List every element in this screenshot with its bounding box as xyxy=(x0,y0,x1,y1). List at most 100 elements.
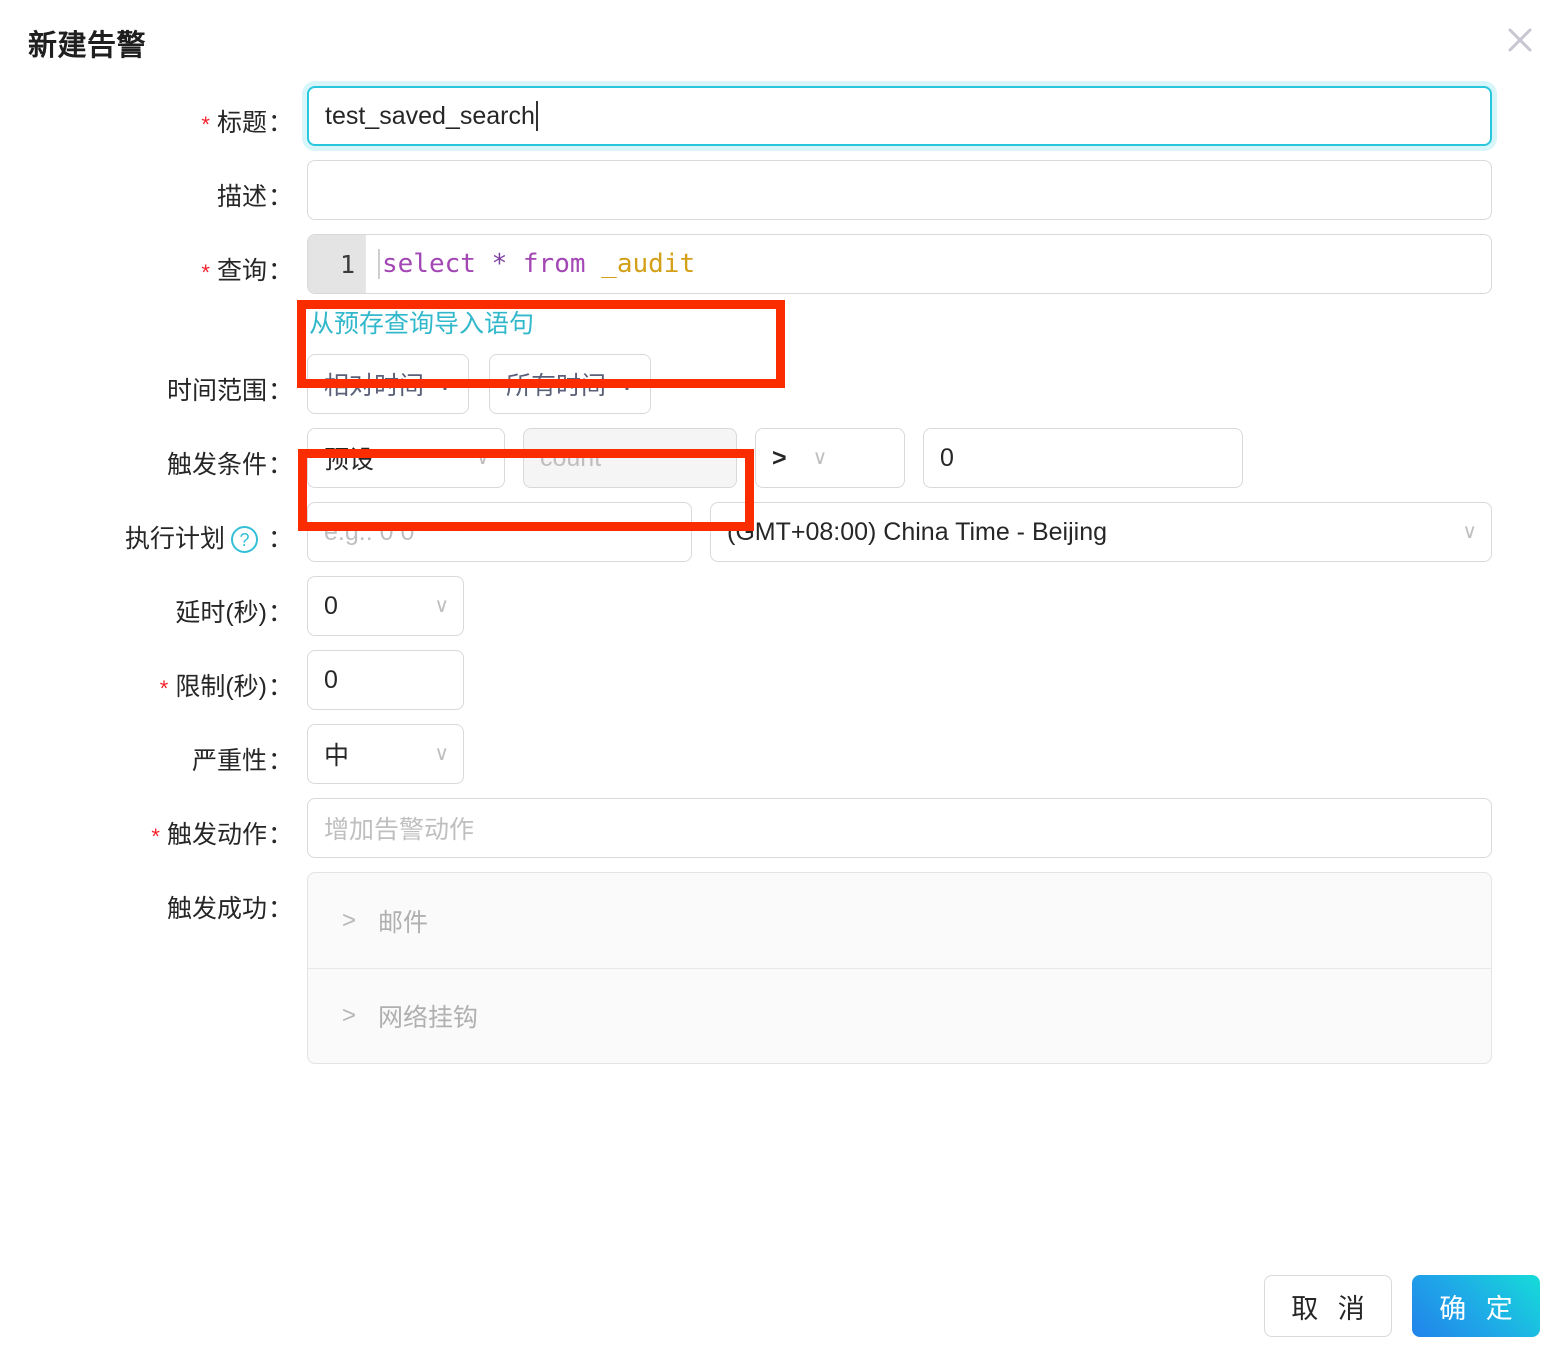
chevron-down-icon: ∨ xyxy=(619,373,634,395)
form-row-description: 描述： xyxy=(0,160,1562,220)
label-delay-text: 延时(秒) xyxy=(175,598,267,627)
collapse-item-webhook[interactable]: > 网络挂钩 xyxy=(308,968,1491,1063)
chevron-down-icon: ∨ xyxy=(475,447,490,469)
page-title: 新建告警 xyxy=(28,30,147,62)
label-schedule-text: 执行计划 xyxy=(124,524,225,553)
dialog-header: 新建告警 xyxy=(0,0,1562,86)
control-severity: 中 ∨ xyxy=(295,724,464,784)
chevron-down-icon: ∨ xyxy=(434,743,449,765)
control-title: test_saved_search xyxy=(295,86,1492,146)
form-row-trigger-condition: 触发条件： 预设 ∨ count > ∨ 0 xyxy=(0,428,1562,488)
time-range-mode-value: 相对时间 xyxy=(324,372,425,400)
label-schedule: 执行计划 ? ： xyxy=(124,524,293,553)
title-input-value: test_saved_search xyxy=(325,101,535,130)
query-code[interactable]: select * from _audit xyxy=(366,235,1491,293)
text-caret xyxy=(535,101,538,131)
required-indicator: * xyxy=(151,823,160,849)
trigger-preset-value: 预设 xyxy=(324,446,375,474)
confirm-button[interactable]: 确 定 xyxy=(1412,1275,1540,1337)
form-row-delay: 延时(秒)： 0 ∨ xyxy=(0,576,1562,636)
label-trigger-success: 触发成功： xyxy=(166,894,293,923)
query-token-table: _audit xyxy=(601,249,696,279)
query-line-number: 1 xyxy=(308,235,366,293)
form-row-severity: 严重性： 中 ∨ xyxy=(0,724,1562,784)
alert-form: * 标题： test_saved_search 描述： * 查询： 1 sele… xyxy=(0,86,1562,1078)
label-limit-text: 限制(秒) xyxy=(175,672,267,701)
trigger-preset-select[interactable]: 预设 ∨ xyxy=(307,428,505,488)
label-severity: 严重性： xyxy=(191,746,293,775)
query-editor[interactable]: 1 select * from _audit xyxy=(307,234,1492,294)
title-input[interactable]: test_saved_search xyxy=(307,86,1492,146)
query-token-star: * xyxy=(491,249,508,279)
control-schedule: e.g.: 0 0 * * * (GMT+08:00) China Time -… xyxy=(295,502,1492,562)
label-trigger-condition: 触发条件： xyxy=(166,450,293,479)
control-description xyxy=(295,160,1492,220)
label-title-text: 标题 xyxy=(216,108,267,137)
label-trigger-action: * 触发动作： xyxy=(151,820,293,849)
chevron-down-icon: ∨ xyxy=(434,595,449,617)
trigger-operator-value: > xyxy=(772,443,787,472)
form-row-title: * 标题： test_saved_search xyxy=(0,86,1562,146)
label-time-range: 时间范围： xyxy=(166,376,293,405)
label-trigger-success-text: 触发成功 xyxy=(166,894,267,923)
required-indicator: * xyxy=(159,675,169,701)
control-query: 1 select * from _audit 从预存查询导入语句 xyxy=(295,234,1492,340)
label-limit: * 限制(秒)： xyxy=(159,672,293,701)
trigger-metric-input: count xyxy=(523,428,737,488)
code-caret xyxy=(378,249,380,279)
control-delay: 0 ∨ xyxy=(295,576,464,636)
label-severity-text: 严重性 xyxy=(191,746,267,775)
dialog-footer: 取 消 确 定 xyxy=(0,1252,1562,1360)
trigger-threshold-value: 0 xyxy=(940,443,954,472)
control-trigger-action: 增加告警动作 xyxy=(295,798,1492,858)
query-token-from: from xyxy=(522,249,586,279)
collapse-item-email[interactable]: > 邮件 xyxy=(308,873,1491,968)
label-delay: 延时(秒)： xyxy=(175,598,293,627)
question-circle-icon[interactable]: ? xyxy=(230,526,258,553)
control-trigger-success: > 邮件 > 网络挂钩 xyxy=(295,872,1492,1064)
trigger-success-collapse: > 邮件 > 网络挂钩 xyxy=(307,872,1492,1064)
label-title: * 标题： xyxy=(201,108,293,137)
label-query-text: 查询 xyxy=(216,256,267,285)
query-token-select: select xyxy=(382,249,476,279)
delay-value: 0 xyxy=(324,591,338,620)
label-query: * 查询： xyxy=(201,256,293,285)
label-trigger-action-text: 触发动作 xyxy=(166,820,267,849)
required-indicator: * xyxy=(201,259,210,285)
trigger-metric-placeholder: count xyxy=(540,443,602,472)
chevron-right-icon: > xyxy=(342,1002,357,1029)
delay-select[interactable]: 0 ∨ xyxy=(307,576,464,636)
trigger-action-input[interactable]: 增加告警动作 xyxy=(307,798,1492,858)
timezone-value: (GMT+08:00) China Time - Beijing xyxy=(727,517,1108,546)
chevron-right-icon: > xyxy=(342,906,357,934)
cron-input[interactable]: e.g.: 0 0 * * * xyxy=(307,502,692,562)
form-row-schedule: 执行计划 ? ： e.g.: 0 0 * * * (GMT+08:00) Chi… xyxy=(0,502,1562,562)
control-trigger-condition: 预设 ∨ count > ∨ 0 xyxy=(295,428,1243,488)
description-input[interactable] xyxy=(307,160,1492,220)
import-saved-query-link[interactable]: 从预存查询导入语句 xyxy=(309,304,534,340)
form-row-query: * 查询： 1 select * from _audit 从预存查询导入语句 xyxy=(0,234,1562,340)
trigger-operator-select[interactable]: > ∨ xyxy=(755,428,905,488)
form-row-limit: * 限制(秒)： 0 xyxy=(0,650,1562,710)
timezone-select[interactable]: (GMT+08:00) China Time - Beijing ∨ xyxy=(710,502,1492,562)
label-description-text: 描述 xyxy=(216,182,267,211)
control-time-range: 相对时间 ∨ 所有时间 ∨ xyxy=(295,354,671,414)
control-limit: 0 xyxy=(295,650,464,710)
form-row-trigger-action: * 触发动作： 增加告警动作 xyxy=(0,798,1562,858)
trigger-action-placeholder: 增加告警动作 xyxy=(324,816,475,844)
limit-input[interactable]: 0 xyxy=(307,650,464,710)
cron-placeholder: e.g.: 0 0 * * * xyxy=(324,517,465,546)
time-range-mode-select[interactable]: 相对时间 ∨ xyxy=(307,354,469,414)
time-range-value-select[interactable]: 所有时间 ∨ xyxy=(488,354,651,414)
severity-value: 中 xyxy=(324,742,350,770)
chevron-down-icon: ∨ xyxy=(1462,521,1477,543)
severity-select[interactable]: 中 ∨ xyxy=(307,724,464,784)
label-trigger-condition-text: 触发条件 xyxy=(166,450,267,479)
time-range-value-text: 所有时间 xyxy=(505,372,606,400)
collapse-item-email-label: 邮件 xyxy=(378,908,429,937)
label-time-range-text: 时间范围 xyxy=(166,376,267,405)
chevron-down-icon: ∨ xyxy=(438,373,452,395)
cancel-button[interactable]: 取 消 xyxy=(1264,1275,1392,1337)
trigger-threshold-input[interactable]: 0 xyxy=(923,428,1243,488)
close-icon[interactable] xyxy=(1498,18,1542,62)
